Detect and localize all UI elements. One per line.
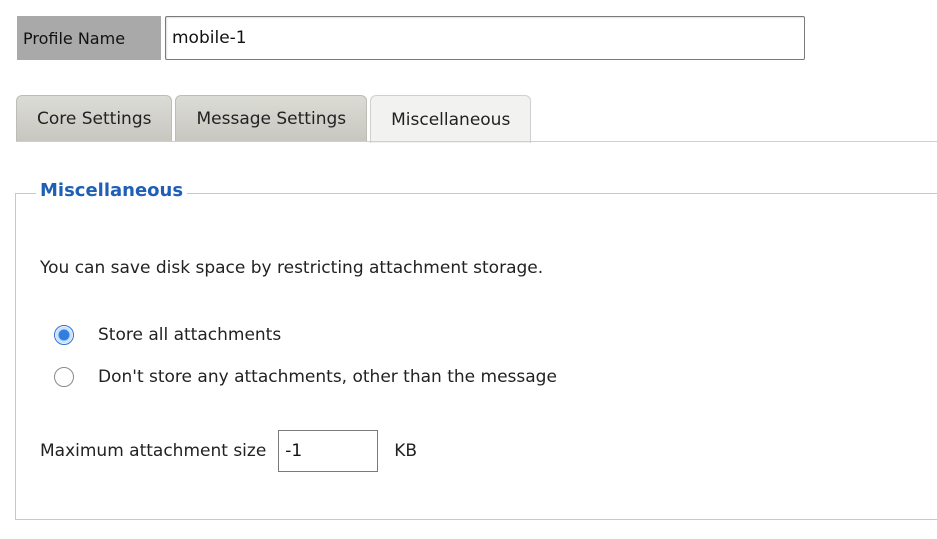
tabs-divider (16, 141, 937, 142)
profile-name-label: Profile Name (17, 16, 161, 60)
profile-name-row: Profile Name (17, 16, 805, 60)
settings-tabs: Core Settings Message Settings Miscellan… (16, 95, 534, 143)
section-legend: Miscellaneous (36, 180, 188, 201)
store-none-label: Don't store any attachments, other than … (98, 367, 557, 387)
tab-message-settings[interactable]: Message Settings (175, 95, 368, 142)
tab-miscellaneous[interactable]: Miscellaneous (370, 95, 532, 143)
profile-name-input[interactable] (165, 16, 805, 60)
max-size-input[interactable] (278, 430, 379, 472)
section-description: You can save disk space by restricting a… (40, 258, 544, 278)
max-size-label: Maximum attachment size (40, 441, 267, 461)
radio-store-all[interactable] (54, 325, 74, 345)
store-none-option[interactable]: Don't store any attachments, other than … (54, 367, 557, 387)
max-size-row: Maximum attachment size KB (40, 430, 417, 472)
miscellaneous-fieldset: Miscellaneous You can save disk space by… (15, 180, 937, 520)
store-all-option[interactable]: Store all attachments (54, 325, 281, 345)
tab-core-settings[interactable]: Core Settings (16, 95, 173, 142)
max-size-unit: KB (394, 441, 418, 461)
store-all-label: Store all attachments (98, 325, 282, 345)
radio-store-none[interactable] (54, 367, 74, 387)
